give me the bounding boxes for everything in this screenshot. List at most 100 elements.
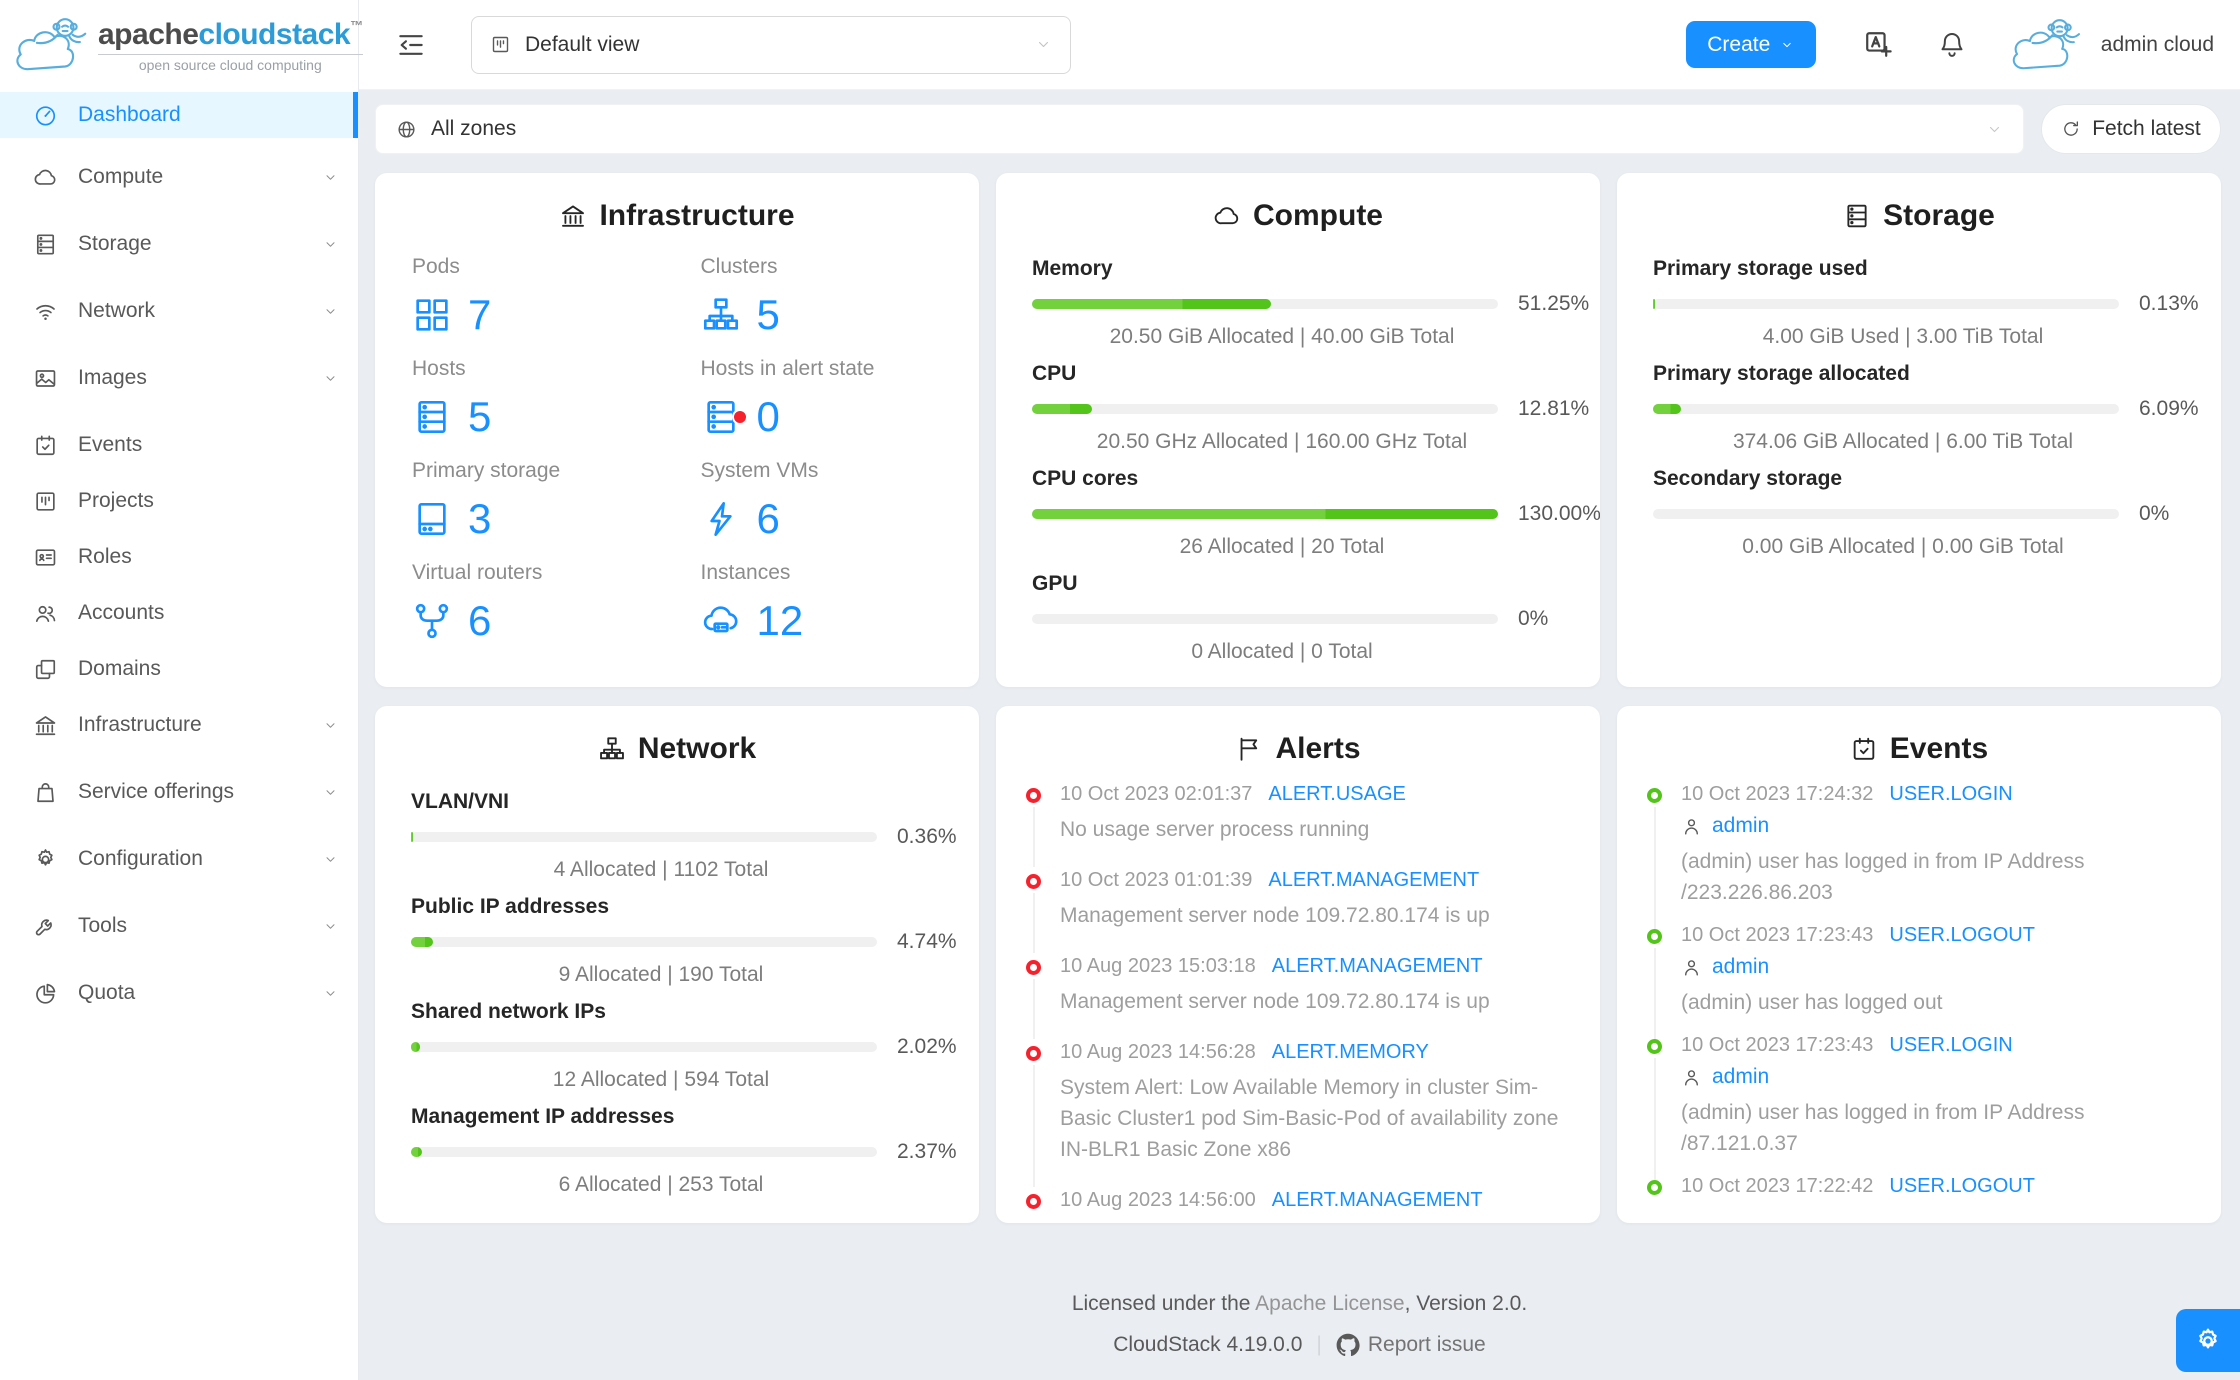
sidebar-item-roles[interactable]: Roles: [0, 534, 358, 580]
sidebar-item-service-offerings[interactable]: Service offerings: [0, 769, 358, 815]
progress-bar: [1032, 299, 1498, 309]
fetch-latest-label: Fetch latest: [2092, 117, 2201, 140]
version-text: CloudStack 4.19.0.0: [1113, 1333, 1303, 1356]
picture-icon: [33, 366, 58, 391]
user-icon: [1681, 957, 1702, 978]
notifications-bell-icon[interactable]: [1937, 30, 1967, 60]
stat-virtual-routers[interactable]: Virtual routers 6: [412, 561, 671, 647]
license-line: Licensed under the Apache License, Versi…: [1071, 1292, 1528, 1315]
alert-type-link[interactable]: ALERT.USAGE: [1268, 783, 1405, 806]
zone-bar: All zones Fetch latest: [375, 104, 2221, 154]
progress-row-management-ips: Management IP addresses 2.37% 6 Allocate…: [411, 1105, 957, 1196]
report-issue-link[interactable]: Report issue: [1368, 1333, 1486, 1357]
sidebar-item-projects[interactable]: Projects: [0, 478, 358, 524]
alert-item: 10 Aug 2023 15:03:18 ALERT.MANAGEMENT Man…: [1026, 955, 1570, 1039]
sidebar-item-label: Configuration: [78, 847, 203, 870]
events-card-title: Events: [1617, 706, 2221, 766]
sidebar-item-network[interactable]: Network: [0, 288, 358, 334]
settings-fab-button[interactable]: [2176, 1309, 2240, 1372]
stat-system-vms[interactable]: System VMs 6: [701, 459, 960, 545]
timeline-dot: [1026, 1194, 1041, 1209]
brand-trademark: ™: [350, 17, 363, 33]
storage-card: Storage Primary storage used 0.13% 4.00 …: [1617, 173, 2221, 687]
chevron-down-icon: [323, 371, 338, 386]
team-icon: [33, 601, 58, 626]
sidebar-item-domains[interactable]: Domains: [0, 646, 358, 692]
sidebar-item-storage[interactable]: Storage: [0, 221, 358, 267]
sidebar-item-label: Roles: [78, 545, 132, 568]
alert-type-link[interactable]: ALERT.MANAGEMENT: [1272, 955, 1483, 978]
event-type-link[interactable]: USER.LOGIN: [1889, 1034, 2012, 1057]
app-logo[interactable]: apachecloudstack™ open source cloud comp…: [0, 0, 363, 90]
alert-type-link[interactable]: ALERT.MANAGEMENT: [1268, 869, 1479, 892]
event-type-link[interactable]: USER.LOGIN: [1889, 783, 2012, 806]
zone-selector[interactable]: All zones: [375, 104, 2024, 154]
events-card: Events 10 Oct 2023 17:24:32 USER.LOGIN ad…: [1617, 706, 2221, 1223]
fetch-latest-button[interactable]: Fetch latest: [2041, 104, 2221, 154]
cluster-icon: [701, 295, 741, 335]
progress-bar: [411, 937, 877, 947]
event-type-link[interactable]: USER.LOGOUT: [1889, 1175, 2035, 1198]
infrastructure-card-title: Infrastructure: [375, 173, 979, 233]
chevron-down-icon: [1780, 38, 1794, 52]
user-name[interactable]: admin cloud: [2101, 33, 2214, 57]
idcard-icon: [33, 545, 58, 570]
globe-icon: [396, 119, 417, 140]
sidebar-item-label: Accounts: [78, 601, 165, 624]
hdd-icon: [412, 499, 452, 539]
event-item: 10 Oct 2023 17:23:43 USER.LOGIN admin (ad…: [1647, 1034, 2191, 1181]
create-button[interactable]: Create: [1685, 21, 1816, 68]
sidebar-item-compute[interactable]: Compute: [0, 154, 358, 200]
sidebar-item-infrastructure[interactable]: Infrastructure: [0, 702, 358, 748]
github-icon: [1336, 1333, 1360, 1357]
dashboard-icon: [33, 103, 58, 128]
sidebar-item-dashboard[interactable]: Dashboard: [0, 92, 358, 138]
stat-instances[interactable]: Instances 12: [701, 561, 960, 647]
event-type-link[interactable]: USER.LOGOUT: [1889, 924, 2035, 947]
view-selector[interactable]: Default view: [471, 15, 1071, 74]
stat-clusters[interactable]: Clusters 5: [701, 255, 960, 341]
event-item: 10 Oct 2023 17:22:42 USER.LOGOUT: [1647, 1175, 2191, 1198]
event-user-link[interactable]: admin: [1712, 955, 1769, 979]
sidebar-item-accounts[interactable]: Accounts: [0, 590, 358, 636]
sidebar-item-events[interactable]: Events: [0, 422, 358, 468]
footer-divider: |: [1316, 1333, 1322, 1356]
event-user-link[interactable]: admin: [1712, 1065, 1769, 1089]
timeline-dot: [1026, 788, 1041, 803]
stat-hosts[interactable]: Hosts 5: [412, 357, 671, 443]
progress-bar: [1032, 509, 1498, 519]
avatar[interactable]: [2005, 14, 2091, 76]
refresh-icon: [2061, 119, 2081, 139]
menu-fold-icon[interactable]: [395, 29, 427, 61]
cloud-server-icon: [701, 601, 741, 641]
progress-bar: [1032, 404, 1498, 414]
chevron-down-icon: [323, 718, 338, 733]
chevron-down-icon: [323, 170, 338, 185]
alert-type-link[interactable]: ALERT.MEMORY: [1272, 1041, 1429, 1064]
alert-dot: [731, 409, 748, 425]
stat-hosts-alert[interactable]: Hosts in alert state 0: [701, 357, 960, 443]
stat-primary-storage[interactable]: Primary storage 3: [412, 459, 671, 545]
network-card: Network VLAN/VNI 0.36% 4 Allocated | 110…: [375, 706, 979, 1223]
sidebar-item-label: Service offerings: [78, 780, 235, 803]
sidebar-item-configuration[interactable]: Configuration: [0, 836, 358, 882]
apache-license-link[interactable]: Apache License: [1255, 1292, 1404, 1315]
sidebar-item-label: Network: [78, 299, 156, 322]
progress-row-primary-used: Primary storage used 0.13% 4.00 GiB Used…: [1653, 257, 2199, 348]
sidebar-item-quota[interactable]: Quota: [0, 970, 358, 1016]
progress-bar: [411, 832, 877, 842]
alert-item: 10 Oct 2023 02:01:37 ALERT.USAGE No usage…: [1026, 783, 1570, 867]
sidebar-item-images[interactable]: Images: [0, 355, 358, 401]
timeline-dot: [1026, 960, 1041, 975]
translate-icon[interactable]: [1862, 28, 1895, 61]
storage-card-title: Storage: [1617, 173, 2221, 233]
compute-card: Compute Memory 51.25% 20.50 GiB Allocate…: [996, 173, 1600, 687]
timeline-dot: [1647, 1039, 1662, 1054]
stat-pods[interactable]: Pods 7: [412, 255, 671, 341]
event-user-link[interactable]: admin: [1712, 814, 1769, 838]
pie-chart-icon: [33, 981, 58, 1006]
alert-type-link[interactable]: ALERT.MANAGEMENT: [1272, 1189, 1483, 1212]
top-bar: Default view Create admin cloud: [359, 0, 2240, 90]
sidebar-item-tools[interactable]: Tools: [0, 903, 358, 949]
brand-apache: apache: [98, 17, 199, 51]
